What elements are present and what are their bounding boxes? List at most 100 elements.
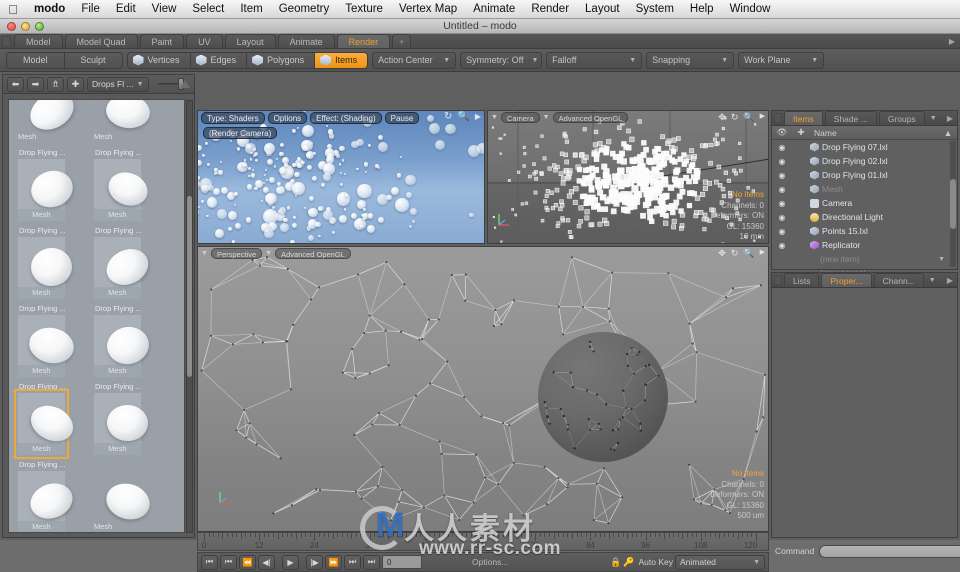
preset-thumbnail[interactable]: Mesh [93, 314, 142, 378]
chevron-right-icon[interactable]: ▶ [947, 276, 953, 285]
prev-frame-icon[interactable]: ⏪ [239, 555, 256, 570]
rotate-icon[interactable]: ↻ [731, 248, 739, 258]
tab-shading[interactable]: Shade ... [825, 111, 877, 125]
command-input[interactable] [819, 545, 960, 558]
perspective-view-label[interactable]: Perspective [211, 248, 262, 259]
items-list-row[interactable]: (new item)▼ [772, 252, 949, 266]
chevron-down-icon[interactable]: ▼ [491, 114, 498, 121]
items-list-row[interactable]: ◉Drop Flying 07.lxl [772, 140, 949, 154]
tab-channels[interactable]: Chann... [874, 273, 924, 287]
menu-item-modo[interactable]: modo [26, 0, 73, 19]
preset-scrollbar[interactable] [186, 100, 193, 533]
eye-icon[interactable]: ◉ [772, 241, 792, 250]
step-back-icon[interactable]: ◀| [258, 555, 275, 570]
preset-thumbnail[interactable]: Mesh [17, 236, 66, 300]
thumbnail-size-slider[interactable] [152, 77, 191, 92]
preset-item[interactable]: Drop Flying ...Mesh [93, 226, 142, 300]
chevron-down-icon[interactable]: ▼ [543, 114, 550, 121]
preset-thumbnail[interactable]: Mesh [93, 392, 142, 456]
mode-button-sculpt[interactable]: Sculpt [65, 52, 122, 69]
eye-icon[interactable]: ◉ [772, 157, 792, 166]
zoom-icon[interactable]: 🔍 [457, 112, 469, 122]
eye-icon[interactable]: ◉ [772, 143, 792, 152]
items-list-row[interactable]: ◉Drop Flying 01.lxl [772, 168, 949, 182]
back-icon[interactable]: ⬅ [7, 77, 24, 92]
preset-thumbnail[interactable]: Mesh [93, 99, 95, 144]
scroll-thumb[interactable] [950, 179, 956, 229]
render-effect-button[interactable]: Effect: (Shading) [310, 112, 381, 124]
tab-items[interactable]: Items [784, 111, 823, 125]
render-preview-viewport[interactable]: Type: Shaders Options Effect: (Shading) … [197, 110, 485, 244]
prev-key-icon[interactable]: ⏮ [220, 555, 237, 570]
next-key-icon[interactable]: ⏭ [344, 555, 361, 570]
tab-groups[interactable]: Groups [879, 111, 925, 125]
panel-grab-handle[interactable] [2, 36, 11, 47]
mode-button-model[interactable]: Model [7, 52, 65, 69]
preset-item[interactable]: Drop Flying ...Mesh [17, 226, 66, 300]
items-list-row[interactable]: ◉Directional Light [772, 210, 949, 224]
step-forward-icon[interactable]: |▶ [306, 555, 323, 570]
auto-key-dropdown[interactable]: Animated ▼ [675, 555, 765, 570]
preset-item[interactable]: Drop Flying ...Mesh [17, 148, 66, 222]
menu-item-file[interactable]: File [73, 0, 108, 19]
play-icon[interactable]: ▶ [760, 112, 765, 122]
chevron-right-icon[interactable]: ▶ [947, 114, 953, 123]
preset-item[interactable]: Drop Flying ...Mesh [17, 382, 66, 456]
chevron-down-icon[interactable]: ▼ [265, 250, 272, 257]
menu-item-view[interactable]: View [144, 0, 185, 19]
preset-thumbnail[interactable]: Mesh [17, 392, 66, 456]
move-icon[interactable]: ✥ [718, 248, 726, 258]
lock-icon[interactable]: 🔒 [610, 557, 621, 568]
add-icon[interactable]: ✚ [67, 77, 84, 92]
preset-item[interactable]: Drop Flying ...Mesh [17, 460, 66, 533]
preset-item[interactable]: Drop Flying ...Mesh [93, 148, 142, 222]
selection-mode-vertices[interactable]: Vertices [128, 52, 191, 69]
zoom-icon[interactable]: 🔍 [743, 112, 754, 122]
panel-grab-handle[interactable] [774, 113, 782, 123]
menu-item-layout[interactable]: Layout [577, 0, 628, 19]
layout-tab-model-quad[interactable]: Model Quad [65, 34, 138, 48]
preset-item[interactable]: Drop Flying ...Mesh [93, 304, 142, 378]
render-pause-button[interactable]: Pause [385, 112, 420, 124]
camera-view-label[interactable]: Camera [501, 112, 540, 123]
selection-mode-edges[interactable]: Edges [191, 52, 248, 69]
timeline-ruler[interactable]: 01224364860728496108120 [197, 532, 769, 551]
preset-thumbnail[interactable]: Mesh [93, 236, 142, 300]
play-icon[interactable]: ▶ [282, 555, 299, 570]
add-icon[interactable]: ✚ [792, 127, 810, 138]
panel-grab-handle[interactable] [774, 275, 782, 285]
menu-item-texture[interactable]: Texture [337, 0, 391, 19]
perspective-viewport[interactable]: ▼ Perspective ▼ Advanced OpenGL ✥ ↻ 🔍 ▶ … [197, 246, 769, 532]
render-camera-button[interactable]: (Render Camera) [203, 127, 277, 139]
menu-item-system[interactable]: System [628, 0, 682, 19]
dropdown-action-center[interactable]: Action Center ▼ [372, 52, 456, 69]
preset-thumbnail[interactable]: Mesh [93, 158, 142, 222]
eye-icon[interactable]: ◉ [772, 171, 792, 180]
menu-item-help[interactable]: Help [682, 0, 722, 19]
current-frame-field[interactable]: 0 [382, 555, 422, 569]
preset-item[interactable]: Mesh [17, 99, 19, 144]
perspective-shading-label[interactable]: Advanced OpenGL [275, 248, 351, 259]
menu-item-select[interactable]: Select [184, 0, 232, 19]
preset-thumbnail[interactable]: Mesh [17, 314, 66, 378]
menu-item-edit[interactable]: Edit [108, 0, 144, 19]
render-icon[interactable]: ▲ [939, 128, 957, 138]
chevron-down-icon[interactable]: ▼ [938, 256, 945, 263]
eye-icon[interactable]: ◉ [772, 227, 792, 236]
preset-thumbnail[interactable]: Mesh [17, 470, 66, 533]
layout-tab-add[interactable]: + [392, 34, 411, 48]
eye-icon[interactable]: 👁 [772, 127, 792, 138]
items-list[interactable]: ◉Drop Flying 07.lxl◉Drop Flying 02.lxl◉D… [772, 140, 949, 280]
zoom-icon[interactable]: 🔍 [743, 248, 754, 258]
preset-thumbnail[interactable]: Mesh [93, 470, 95, 533]
selection-mode-polygons[interactable]: Polygons [247, 52, 315, 69]
preset-thumbnail[interactable]: Mesh [17, 158, 66, 222]
dropdown-snapping[interactable]: Snapping ▼ [646, 52, 734, 69]
forward-icon[interactable]: ➡ [27, 77, 44, 92]
camera-viewport[interactable]: ▼ Camera ▼ Advanced OpenGL ✥ ↻ 🔍 ▶ No It… [487, 110, 769, 244]
items-scrollbar[interactable] [950, 141, 956, 267]
items-list-row[interactable]: ◉Replicator [772, 238, 949, 252]
play-icon[interactable]: ▶ [760, 248, 765, 258]
items-list-row[interactable]: ◉Mesh [772, 182, 949, 196]
layout-tab-render[interactable]: Render [337, 34, 391, 48]
